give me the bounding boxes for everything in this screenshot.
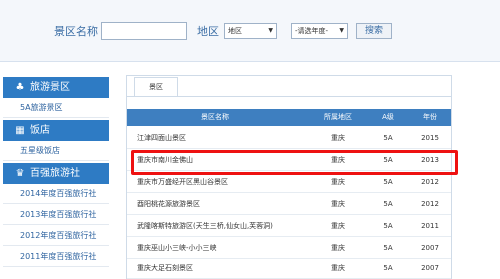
- cell-name: 重庆巫山小三峡-小小三峡: [137, 244, 217, 252]
- tree-icon: ♣: [15, 82, 25, 93]
- area-label: 地区: [197, 25, 219, 38]
- sidebar-item-2012[interactable]: 2012年度百强旅行社: [3, 226, 109, 246]
- cell-grade: 5A: [383, 134, 393, 142]
- cell-year: 2007: [421, 244, 439, 252]
- column-header-grade: A级: [382, 113, 394, 121]
- tab-divider: [127, 96, 451, 97]
- table-row[interactable]: 酉阳桃花源旅游景区 重庆 5A 2012: [127, 193, 451, 215]
- column-header-year: 年份: [423, 113, 437, 121]
- year-select[interactable]: -请选年度- ▼: [291, 23, 348, 39]
- hotel-icon: ▦: [15, 125, 25, 136]
- table-row[interactable]: 重庆巫山小三峡-小小三峡 重庆 5A 2007: [127, 237, 451, 259]
- sidebar-section-title: 饭店: [30, 125, 50, 136]
- sidebar-item-2014[interactable]: 2014年度百强旅行社: [3, 184, 109, 204]
- sidebar-section-title: 旅游景区: [30, 82, 70, 93]
- sidebar-section-agency[interactable]: ♛ 百强旅游社: [3, 163, 109, 184]
- column-header-name: 景区名称: [201, 113, 229, 121]
- cell-grade: 5A: [383, 244, 393, 252]
- search-button[interactable]: 搜索: [356, 23, 392, 39]
- cell-year: 2015: [421, 134, 439, 142]
- chevron-down-icon: ▼: [268, 27, 273, 34]
- cell-year: 2007: [421, 264, 439, 272]
- cell-grade: 5A: [383, 222, 393, 230]
- sidebar-item-5a[interactable]: 5A旅游景区: [3, 98, 109, 118]
- name-input[interactable]: [101, 22, 187, 40]
- cell-name: 江津四面山景区: [137, 134, 186, 142]
- year-select-value: -请选年度-: [295, 27, 329, 35]
- row-highlight-box: [131, 150, 458, 175]
- tab-scenic[interactable]: 景区: [134, 77, 178, 96]
- table-row[interactable]: 重庆大足石刻景区 重庆 5A 2007: [127, 257, 451, 279]
- cell-name: 武隆喀斯特旅游区(天生三桥,仙女山,芙蓉洞): [137, 222, 273, 230]
- sidebar-item-2011[interactable]: 2011年度百强旅行社: [3, 247, 109, 267]
- search-bar: 景区名称 地区 地区 ▼ -请选年度- ▼ 搜索: [0, 0, 500, 62]
- sidebar-section-title: 百强旅游社: [30, 168, 80, 179]
- name-label: 景区名称: [54, 25, 98, 38]
- sidebar-section-scenic[interactable]: ♣ 旅游景区: [3, 77, 109, 98]
- region-select[interactable]: 地区 ▼: [224, 23, 277, 39]
- cell-name: 酉阳桃花源旅游景区: [137, 200, 200, 208]
- cell-grade: 5A: [383, 200, 393, 208]
- sidebar-section-hotel[interactable]: ▦ 饭店: [3, 120, 109, 141]
- table-row[interactable]: 武隆喀斯特旅游区(天生三桥,仙女山,芙蓉洞) 重庆 5A 2011: [127, 215, 451, 237]
- chevron-down-icon: ▼: [339, 27, 344, 34]
- sidebar-item-2013[interactable]: 2013年度百强旅行社: [3, 205, 109, 225]
- cell-name: 重庆大足石刻景区: [137, 264, 193, 272]
- table-row[interactable]: 江津四面山景区 重庆 5A 2015: [127, 127, 451, 149]
- sidebar-item-5star[interactable]: 五星级饭店: [3, 141, 109, 161]
- cell-year: 2012: [421, 200, 439, 208]
- table-header: 景区名称 所属地区 A级 年份: [127, 109, 451, 126]
- trophy-icon: ♛: [15, 168, 25, 179]
- region-select-value: 地区: [228, 27, 242, 35]
- cell-year: 2011: [421, 222, 439, 230]
- cell-grade: 5A: [383, 264, 393, 272]
